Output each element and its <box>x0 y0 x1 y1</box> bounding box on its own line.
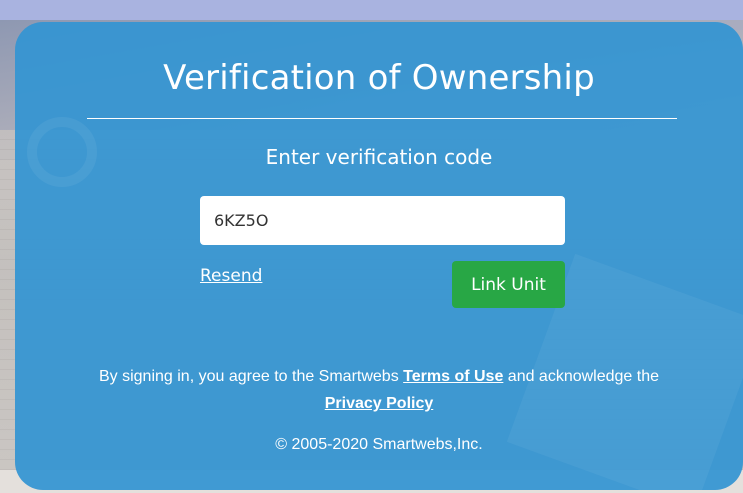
terms-of-use-link[interactable]: Terms of Use <box>403 368 503 385</box>
agree-middle-text: and acknowledge the <box>503 368 660 385</box>
page-title: Verification of Ownership <box>163 58 595 98</box>
verification-instruction: Enter verification code <box>265 145 493 169</box>
terms-agreement-text: By signing in, you agree to the Smartweb… <box>15 363 743 417</box>
verification-code-input[interactable] <box>200 196 565 245</box>
resend-link[interactable]: Resend <box>200 266 262 286</box>
verification-card: Verification of Ownership Enter verifica… <box>15 22 743 490</box>
privacy-policy-link[interactable]: Privacy Policy <box>325 395 434 412</box>
link-unit-button[interactable]: Link Unit <box>452 261 565 308</box>
copyright-text: © 2005-2020 Smartwebs,Inc. <box>275 436 483 453</box>
title-divider <box>87 118 677 119</box>
agree-prefix-text: By signing in, you agree to the Smartweb… <box>98 368 404 385</box>
